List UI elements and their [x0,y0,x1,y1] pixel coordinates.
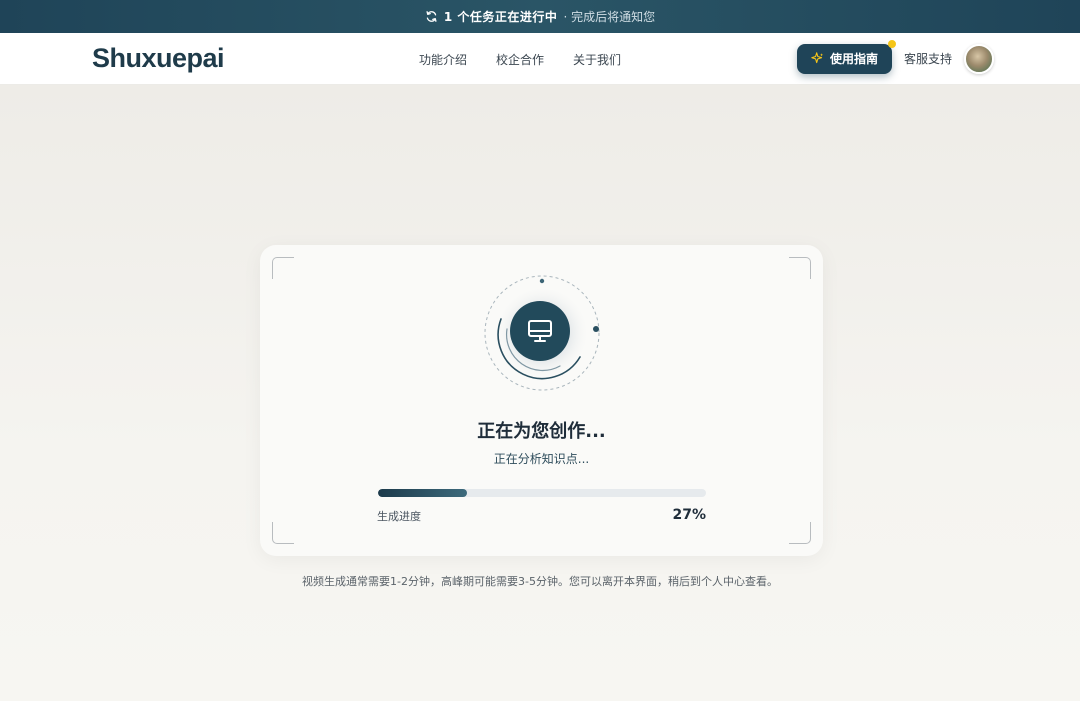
user-guide-label: 使用指南 [829,52,878,66]
nav-link-about[interactable]: 关于我们 [573,51,621,68]
corner-bracket-top-right [789,257,811,279]
corner-bracket-bottom-left [272,522,294,544]
corner-bracket-bottom-right [789,522,811,544]
notification-dot [887,39,896,48]
progress-label: 生成进度 [377,510,421,523]
user-guide-button[interactable]: 使用指南 [796,39,896,74]
footnote-text: 视频生成通常需要1-2分钟，高峰期可能需要3-5分钟。您可以离开本界面，稍后到个… [302,575,778,588]
card-title: 正在为您创作... [477,421,606,442]
corner-bracket-top-left [272,257,294,279]
orbit-dot-top [539,278,545,284]
orbit-dot-right [593,326,599,332]
nav-links: 功能介绍 校企合作 关于我们 [419,33,621,85]
loading-orbit [484,275,600,391]
logo[interactable]: Shuxuepai [92,43,225,74]
card-subtitle: 正在分析知识点... [493,452,590,466]
sparkle-icon [811,52,824,64]
progress-bar [378,489,706,497]
avatar[interactable] [964,43,994,74]
banner-sub-text: · 完成后将通知您 [563,10,656,24]
banner-main-text: 1 个任务正在进行中 [443,10,558,24]
nav-link-partnership[interactable]: 校企合作 [496,51,544,68]
generation-card: 正在为您创作... 正在分析知识点... 生成进度 27% [260,245,823,556]
nav-right: 使用指南 客服支持 [796,39,994,74]
refresh-icon [426,11,437,22]
main-area: 正在为您创作... 正在分析知识点... 生成进度 27% 视频生成通常需要1-… [0,85,1080,701]
task-banner: 1 个任务正在进行中 · 完成后将通知您 [0,0,1080,33]
progress-bar-fill [378,489,467,497]
customer-support-link[interactable]: 客服支持 [904,50,952,67]
nav-link-features[interactable]: 功能介绍 [419,51,467,68]
top-navbar: Shuxuepai 功能介绍 校企合作 关于我们 使用指南 客服支持 [0,33,1080,85]
progress-value: 27% [672,507,706,523]
